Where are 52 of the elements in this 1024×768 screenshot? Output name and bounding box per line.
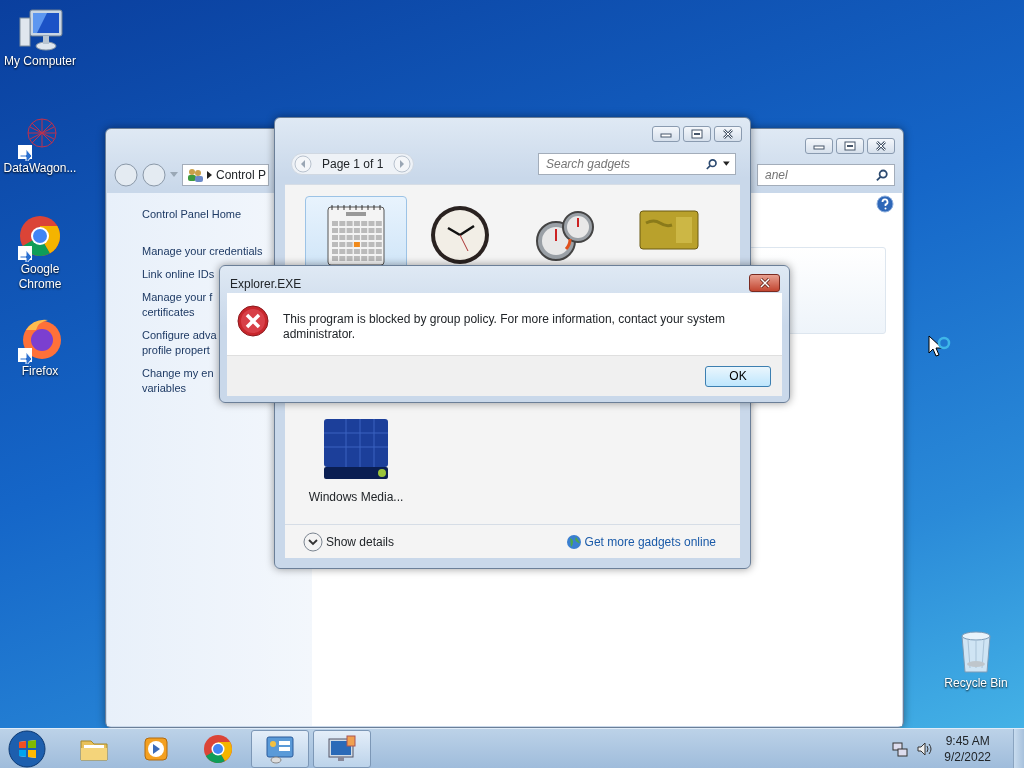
address-text: Control P [216, 167, 267, 184]
users-icon [187, 168, 203, 182]
minimize-icon [660, 130, 672, 138]
volume-icon[interactable] [916, 740, 933, 757]
search-field[interactable]: anel [757, 164, 895, 186]
network-icon[interactable] [892, 740, 909, 757]
page-indicator: Page 1 of 1 [322, 156, 384, 173]
close-button[interactable] [867, 138, 895, 154]
error-icon [237, 305, 269, 337]
sidebar-link[interactable]: Control Panel Home [142, 207, 242, 222]
search-input[interactable]: anel [763, 165, 877, 185]
clock-time[interactable]: 9:45 AM [945, 732, 990, 749]
dialog-title: Explorer.EXE [230, 276, 302, 293]
icon-label[interactable]: DataWagon... [3, 161, 77, 176]
taskbar-button[interactable] [313, 729, 371, 768]
ok-button[interactable]: OK [705, 365, 771, 387]
icon-label[interactable]: My Computer [4, 54, 76, 69]
dropdown-arrow-icon[interactable] [723, 161, 730, 167]
close-icon [722, 129, 734, 139]
sidebar-link[interactable]: Configure adva profile propert [142, 328, 217, 358]
close-icon [758, 278, 771, 288]
maximize-button[interactable] [683, 126, 711, 142]
icon-label[interactable]: Google Chrome [0, 262, 80, 292]
computer-icon[interactable] [16, 6, 64, 54]
close-icon [875, 141, 887, 151]
search-input[interactable]: Search gadgets [544, 154, 700, 174]
maximize-icon [691, 129, 703, 139]
sidebar-link[interactable]: Manage your credentials [142, 244, 263, 259]
sidebar-link[interactable]: Manage your f certificates [142, 290, 213, 320]
breadcrumb-arrow-icon [207, 171, 212, 179]
online-link[interactable]: Get more gadgets online [584, 532, 716, 551]
search-field[interactable]: Search gadgets [538, 153, 736, 175]
error-message: This program is blocked by group policy. For more information, contact your system administrator. [283, 311, 726, 343]
search-icon [705, 157, 718, 171]
sidebar-link[interactable]: Change my en variables [142, 366, 214, 396]
search-icon [876, 168, 889, 182]
chrome-icon [202, 732, 234, 765]
show-details-button[interactable]: Show details [303, 531, 395, 552]
gadget-label[interactable]: Windows Media... [308, 488, 404, 506]
icon-label[interactable]: Firefox [21, 364, 59, 379]
maximize-icon [844, 141, 856, 151]
close-button[interactable] [714, 126, 742, 142]
taskbar-button[interactable] [251, 729, 309, 768]
sidebar-link[interactable]: Link online IDs [142, 267, 215, 282]
minimize-icon [813, 142, 825, 150]
chevron-down-icon [303, 531, 323, 552]
close-button[interactable] [749, 274, 780, 292]
address-bar[interactable]: Control P [182, 164, 270, 186]
clock-date[interactable]: 9/2/2022 [944, 748, 991, 765]
start-button-icon[interactable] [7, 728, 47, 768]
maximize-button[interactable] [836, 138, 864, 154]
globe-icon [565, 533, 582, 550]
